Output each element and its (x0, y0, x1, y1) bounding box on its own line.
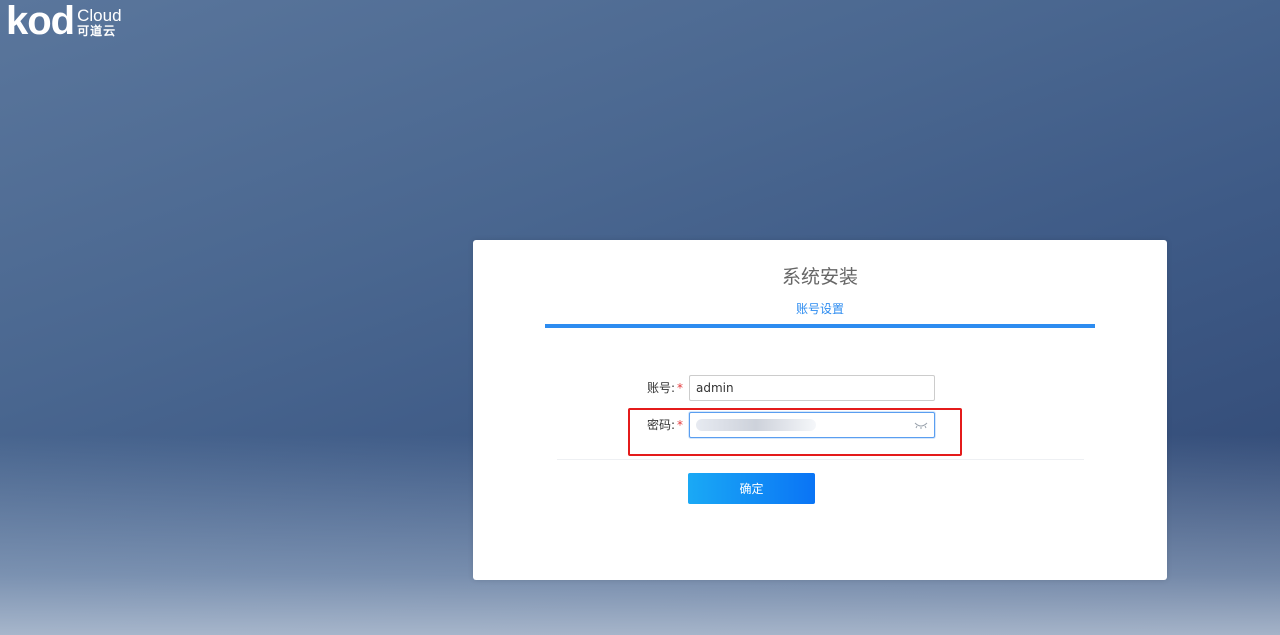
confirm-button[interactable]: 确定 (688, 473, 815, 504)
kodcloud-logo: kod Cloud 可道云 (6, 0, 122, 43)
form-divider (557, 459, 1084, 460)
password-highlight-box (628, 408, 962, 456)
account-row: 账号: * admin (473, 375, 1167, 401)
required-mark: * (677, 381, 683, 395)
account-input[interactable]: admin (689, 375, 935, 401)
step-progress-bar (545, 324, 1095, 328)
logo-mark: kod (6, 0, 75, 43)
logo-cn-text: 可道云 (77, 24, 117, 38)
logo-cloud-text: Cloud (77, 6, 122, 25)
account-label: 账号: * (646, 381, 683, 395)
install-panel: 系统安装 账号设置 账号: * admin 密码: * 确定 (473, 240, 1167, 580)
step-label: 账号设置 (795, 302, 844, 316)
panel-title: 系统安装 (781, 266, 858, 288)
